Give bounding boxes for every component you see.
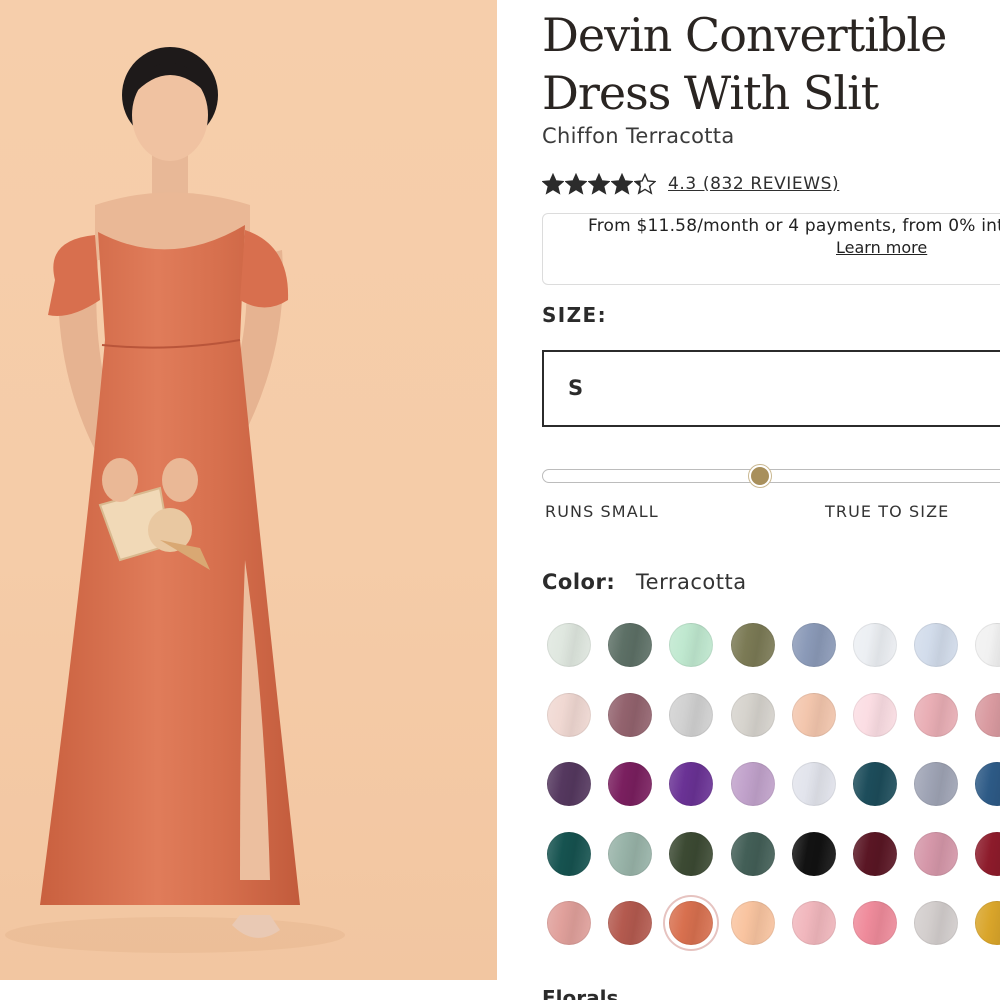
reviews-link[interactable]: 4.3 (832 REVIEWS) (668, 174, 839, 194)
color-swatch[interactable] (547, 693, 591, 737)
color-swatch[interactable] (731, 693, 775, 737)
installment-text: From $11.58/month or 4 payments, from 0%… (588, 216, 1000, 236)
color-swatch[interactable] (975, 762, 1000, 806)
color-swatch[interactable] (792, 901, 836, 945)
color-swatch[interactable] (669, 832, 713, 876)
fit-label-true-to-size: TRUE TO SIZE (825, 502, 950, 521)
color-swatch[interactable] (975, 901, 1000, 945)
color-swatch[interactable] (547, 623, 591, 667)
color-swatch[interactable] (792, 832, 836, 876)
color-swatch[interactable] (792, 623, 836, 667)
star-filled-icon (542, 173, 564, 195)
star-filled-icon (565, 173, 587, 195)
star-filled-icon (588, 173, 610, 195)
fit-scale-track (542, 469, 1000, 483)
color-swatch[interactable] (547, 901, 591, 945)
product-photo[interactable] (0, 0, 497, 980)
color-label: Color: (542, 570, 616, 594)
size-dropdown[interactable]: S (542, 350, 1000, 427)
color-swatch[interactable] (914, 623, 958, 667)
color-swatch[interactable] (853, 623, 897, 667)
color-swatch[interactable] (608, 832, 652, 876)
color-swatch[interactable] (669, 901, 713, 945)
model-in-dress-illustration (5, 47, 345, 953)
product-fabric-color: Chiffon Terracotta (542, 124, 735, 148)
color-swatch[interactable] (669, 762, 713, 806)
color-swatch[interactable] (731, 623, 775, 667)
fit-scale-indicator (749, 465, 771, 487)
color-swatch[interactable] (914, 693, 958, 737)
color-swatch[interactable] (975, 832, 1000, 876)
color-swatch[interactable] (914, 762, 958, 806)
color-swatch[interactable] (547, 832, 591, 876)
color-swatch[interactable] (914, 901, 958, 945)
color-swatch[interactable] (731, 901, 775, 945)
size-selected-value: S (568, 376, 584, 400)
florals-section-heading: Florals (542, 986, 619, 1000)
color-swatch[interactable] (792, 693, 836, 737)
size-label: SIZE: (542, 303, 608, 327)
color-swatch[interactable] (547, 762, 591, 806)
star-filled-icon (611, 173, 633, 195)
rating-stars (542, 173, 656, 195)
color-heading: Color: Terracotta (542, 570, 747, 594)
color-swatch[interactable] (975, 623, 1000, 667)
color-swatch[interactable] (608, 762, 652, 806)
color-selected-name: Terracotta (635, 570, 747, 594)
color-swatch[interactable] (608, 901, 652, 945)
color-swatch[interactable] (608, 623, 652, 667)
color-swatch[interactable] (975, 693, 1000, 737)
color-swatch[interactable] (608, 693, 652, 737)
product-details-panel: Devin Convertible Dress With Slit Chiffo… (542, 0, 1000, 1000)
color-swatch[interactable] (853, 901, 897, 945)
color-swatch[interactable] (853, 832, 897, 876)
fit-label-runs-small: RUNS SMALL (545, 502, 659, 521)
learn-more-link[interactable]: Learn more (836, 238, 927, 257)
rating-row: 4.3 (832 REVIEWS) (542, 170, 839, 198)
color-swatch[interactable] (731, 762, 775, 806)
color-swatch[interactable] (669, 623, 713, 667)
color-swatch[interactable] (669, 693, 713, 737)
star-partial-icon (634, 173, 656, 195)
product-title: Devin Convertible Dress With Slit (542, 8, 947, 120)
color-swatch[interactable] (792, 762, 836, 806)
color-swatch[interactable] (731, 832, 775, 876)
color-swatch[interactable] (914, 832, 958, 876)
color-swatch[interactable] (853, 693, 897, 737)
color-swatch[interactable] (853, 762, 897, 806)
installment-payment-box: From $11.58/month or 4 payments, from 0%… (542, 213, 1000, 285)
